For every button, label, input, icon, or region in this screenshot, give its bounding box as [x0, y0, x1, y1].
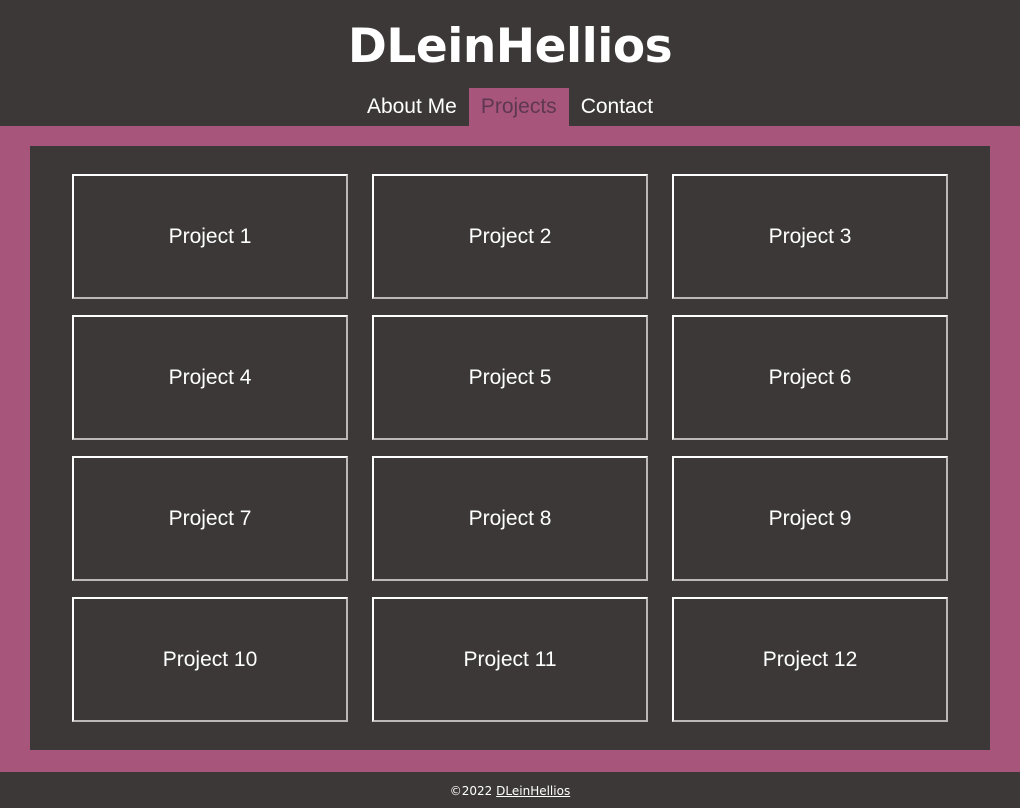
- project-card-label: Project 5: [468, 365, 552, 389]
- project-card-label: Project 3: [768, 224, 852, 248]
- main-nav: About Me Projects Contact: [0, 88, 1020, 126]
- nav-item-projects[interactable]: Projects: [468, 88, 569, 126]
- project-card-label: Project 6: [768, 365, 852, 389]
- site-title: DLeinHellios: [347, 19, 673, 74]
- project-card-9[interactable]: Project 9: [672, 456, 948, 581]
- project-card-label: Project 8: [468, 506, 552, 530]
- nav-item-contact[interactable]: Contact: [569, 88, 665, 126]
- project-card-7[interactable]: Project 7: [72, 456, 348, 581]
- project-card-11[interactable]: Project 11: [372, 597, 648, 722]
- site-footer: ©2022 DLeinHellios: [0, 772, 1020, 808]
- projects-panel: Project 1 Project 2 Project 3 Project 4 …: [30, 146, 990, 750]
- site-header: DLeinHellios About Me Projects Contact: [0, 0, 1020, 126]
- projects-grid: Project 1 Project 2 Project 3 Project 4 …: [72, 174, 948, 722]
- project-card-5[interactable]: Project 5: [372, 315, 648, 440]
- project-card-4[interactable]: Project 4: [72, 315, 348, 440]
- project-card-label: Project 4: [168, 365, 252, 389]
- project-card-6[interactable]: Project 6: [672, 315, 948, 440]
- project-card-3[interactable]: Project 3: [672, 174, 948, 299]
- project-card-label: Project 7: [168, 506, 252, 530]
- project-card-12[interactable]: Project 12: [672, 597, 948, 722]
- project-card-label: Project 1: [168, 224, 252, 248]
- project-card-1[interactable]: Project 1: [72, 174, 348, 299]
- project-card-label: Project 12: [762, 647, 858, 671]
- nav-item-about-me[interactable]: About Me: [355, 88, 469, 126]
- project-card-2[interactable]: Project 2: [372, 174, 648, 299]
- copyright-text: ©2022: [449, 784, 493, 798]
- footer-link[interactable]: DLeinHellios: [496, 784, 570, 798]
- projects-frame: Project 1 Project 2 Project 3 Project 4 …: [0, 126, 1020, 772]
- project-card-8[interactable]: Project 8: [372, 456, 648, 581]
- project-card-label: Project 10: [162, 647, 258, 671]
- project-card-label: Project 2: [468, 224, 552, 248]
- project-card-label: Project 11: [463, 647, 557, 671]
- project-card-label: Project 9: [768, 506, 852, 530]
- project-card-10[interactable]: Project 10: [72, 597, 348, 722]
